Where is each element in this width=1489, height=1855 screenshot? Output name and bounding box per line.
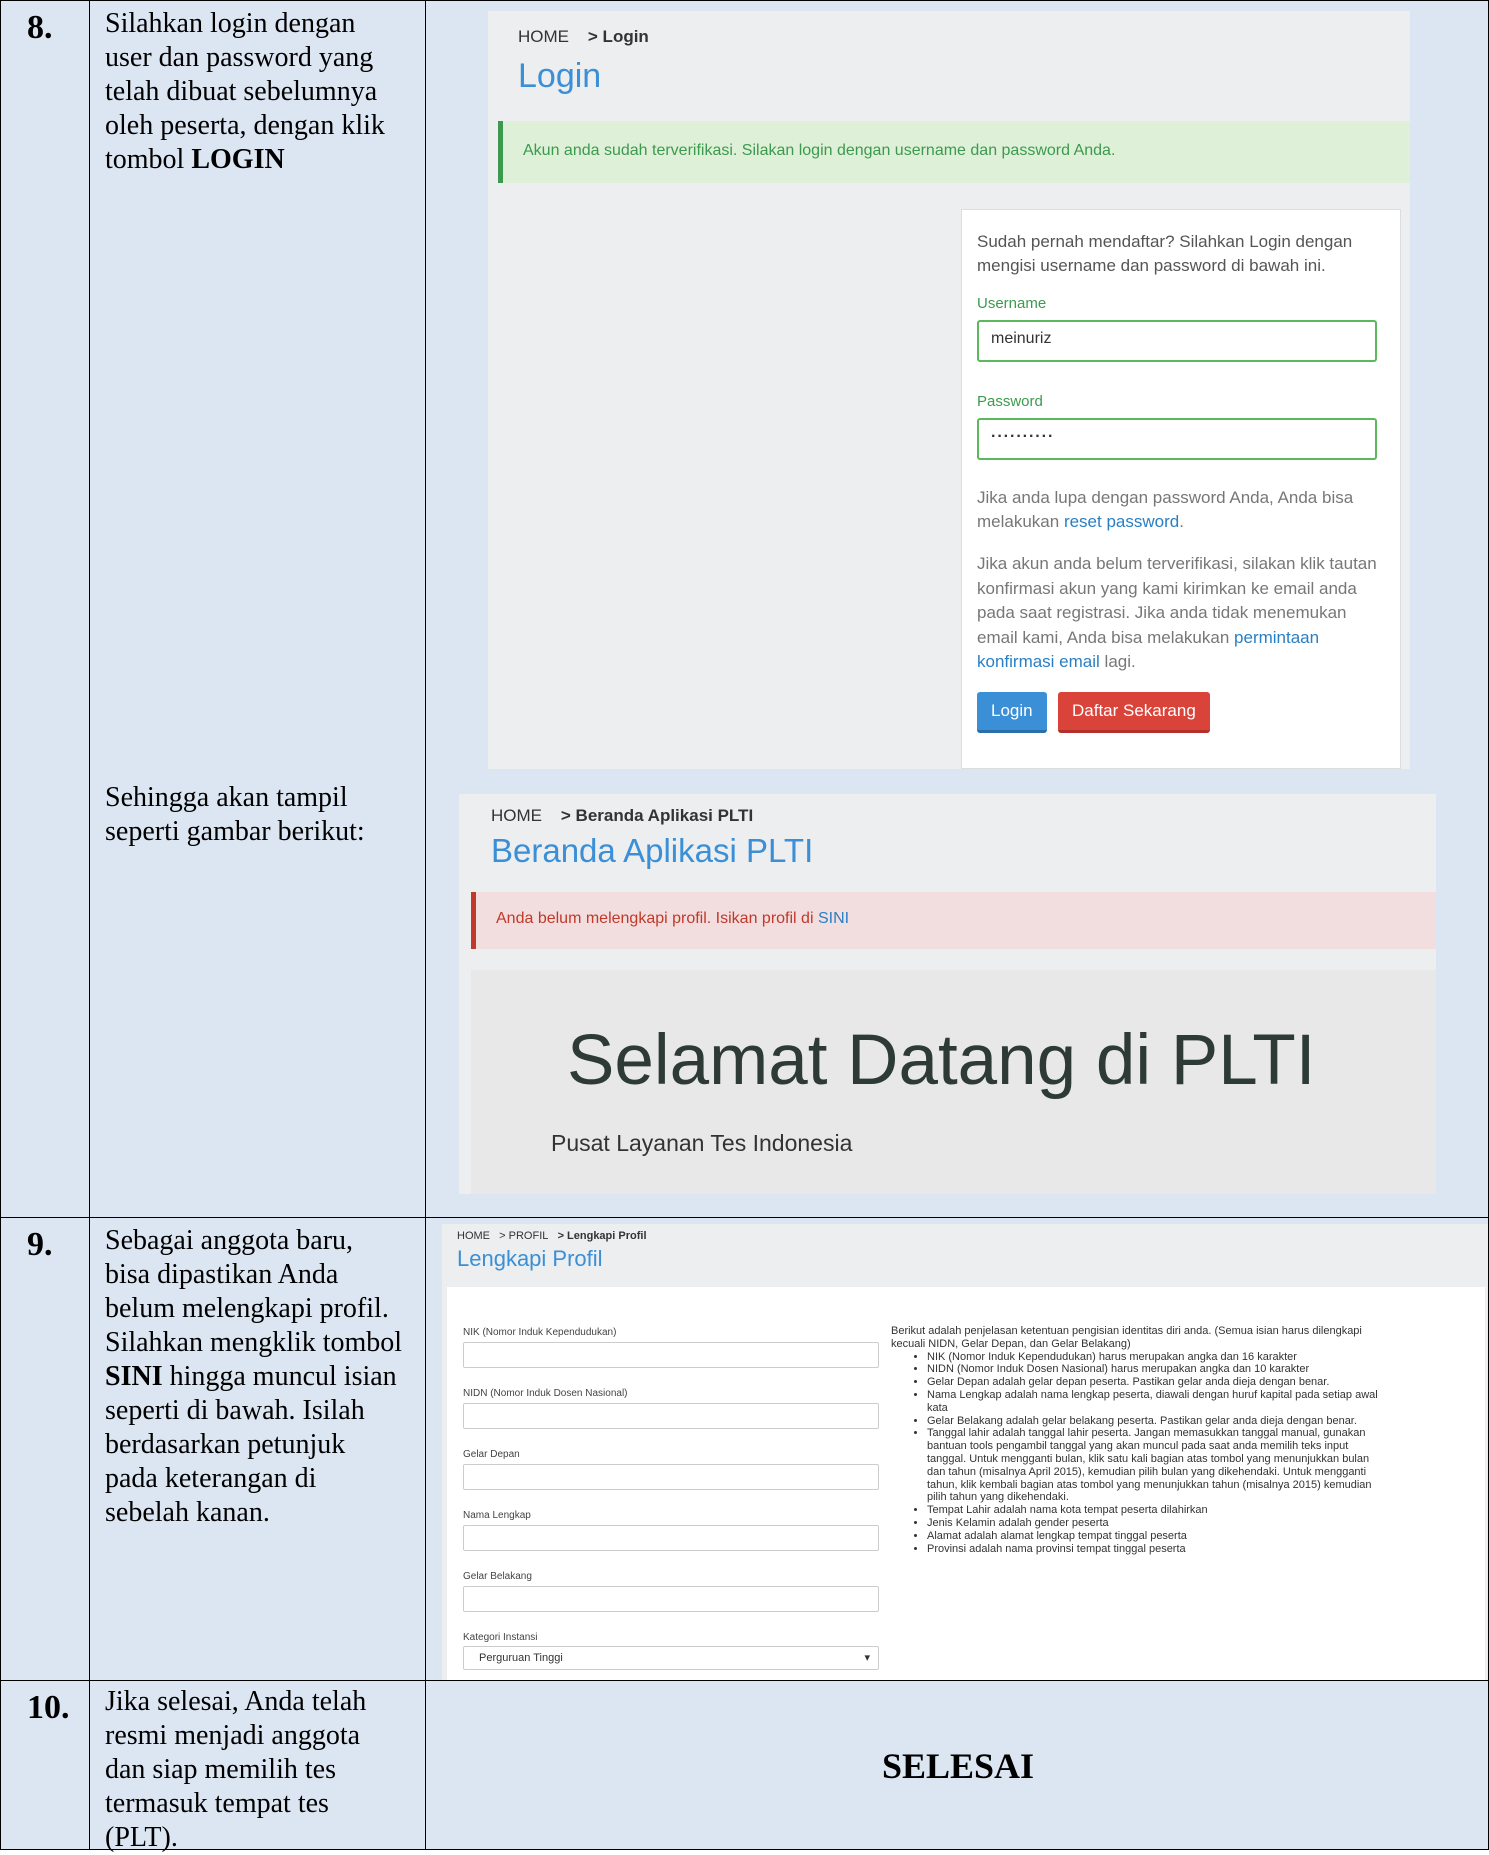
row9-number-cell: 9.: [0, 1217, 90, 1681]
rule-item: Gelar Belakang adalah gelar belakang pes…: [927, 1415, 1381, 1428]
select-value: Perguruan Tinggi: [479, 1652, 563, 1664]
step-number: 10.: [27, 1689, 70, 1726]
step-result-text: Sehingga akan tampil seperti gambar beri…: [105, 782, 365, 847]
breadcrumb-home[interactable]: HOME: [491, 806, 542, 825]
nama-lengkap-label: Nama Lengkap: [463, 1510, 531, 1521]
rule-item: Gelar Depan adalah gelar depan peserta. …: [927, 1376, 1381, 1389]
page-title: Beranda Aplikasi PLTI: [491, 832, 814, 869]
breadcrumb: HOME > Login: [518, 27, 649, 47]
rule-item: Tempat Lahir adalah nama kota tempat pes…: [927, 1504, 1381, 1517]
password-label: Password: [977, 393, 1043, 410]
username-label: Username: [977, 295, 1047, 312]
row8-description-cell: Silahkan login dengan user dan password …: [89, 0, 426, 1218]
sini-link[interactable]: SINI: [818, 910, 849, 927]
home-screenshot: HOME > Beranda Aplikasi PLTI Beranda Apl…: [459, 794, 1436, 1194]
profile-screenshot: HOME > PROFIL > Lengkapi Profil Lengkapi…: [442, 1224, 1488, 1681]
forgot-text-end: .: [1179, 512, 1184, 531]
verify-text: Jika akun anda belum terverifikasi, sila…: [977, 552, 1377, 675]
row8-screenshot-cell: HOME > Login Login Akun anda sudah terve…: [425, 0, 1489, 1218]
username-input[interactable]: meinuriz: [977, 320, 1377, 362]
breadcrumb-home[interactable]: HOME: [518, 27, 569, 46]
step-number: 9.: [27, 1226, 53, 1263]
row10-result-cell: SELESAI: [425, 1680, 1489, 1850]
verify-text-end: lagi.: [1099, 652, 1136, 671]
reset-password-link[interactable]: reset password: [1064, 512, 1179, 531]
rule-item: NIDN (Nomor Induk Dosen Nasional) harus …: [927, 1363, 1381, 1376]
nidn-input[interactable]: [463, 1403, 879, 1429]
rule-item: Tanggal lahir adalah tanggal lahir peser…: [927, 1427, 1381, 1504]
profile-form-panel: NIK (Nomor Induk Kependudukan) NIDN (Nom…: [447, 1287, 1485, 1681]
rule-item: Nama Lengkap adalah nama lengkap peserta…: [927, 1389, 1381, 1415]
gelar-depan-input[interactable]: [463, 1464, 879, 1490]
nidn-label: NIDN (Nomor Induk Dosen Nasional): [463, 1388, 628, 1399]
step-description: Silahkan login dengan user dan password …: [105, 7, 405, 177]
rule-item: Jenis Kelamin adalah gender peserta: [927, 1517, 1381, 1530]
alert-text: Anda belum melengkapi profil. Isikan pro…: [496, 910, 818, 927]
breadcrumb: HOME > PROFIL > Lengkapi Profil: [457, 1230, 647, 1242]
kategori-instansi-select[interactable]: Perguruan Tinggi ▾: [463, 1646, 879, 1670]
login-button[interactable]: Login: [977, 692, 1047, 733]
rules-list: NIK (Nomor Induk Kependudukan) harus mer…: [891, 1351, 1381, 1556]
login-screenshot: HOME > Login Login Akun anda sudah terve…: [488, 11, 1410, 769]
nik-input[interactable]: [463, 1342, 879, 1368]
desc-part1: Sebagai anggota baru, bisa dipastikan An…: [105, 1225, 403, 1358]
row8-number-cell: 8.: [0, 0, 90, 1218]
rule-item: Provinsi adalah nama provinsi tempat tin…: [927, 1543, 1381, 1556]
page-title: Login: [518, 57, 602, 95]
step-number: 8.: [27, 9, 53, 46]
row9-description-cell: Sebagai anggota baru, bisa dipastikan An…: [89, 1217, 426, 1681]
breadcrumb-current: > Lengkapi Profil: [557, 1230, 647, 1242]
jumbotron-subtitle: Pusat Layanan Tes Indonesia: [551, 1130, 853, 1156]
login-panel: Sudah pernah mendaftar? Silahkan Login d…: [961, 209, 1401, 769]
gelar-depan-label: Gelar Depan: [463, 1449, 520, 1460]
login-intro: Sudah pernah mendaftar? Silahkan Login d…: [977, 232, 1353, 275]
rules-intro: Berikut adalah penjelasan ketentuan peng…: [891, 1325, 1362, 1350]
register-button[interactable]: Daftar Sekarang: [1058, 692, 1210, 733]
gelar-belakang-label: Gelar Belakang: [463, 1571, 532, 1582]
nama-lengkap-input[interactable]: [463, 1525, 879, 1551]
row10-description-cell: Jika selesai, Anda telah resmi menjadi a…: [89, 1680, 426, 1853]
step-description: Sebagai anggota baru, bisa dipastikan An…: [105, 1224, 405, 1530]
success-alert: Akun anda sudah terverifikasi. Silakan l…: [498, 121, 1410, 183]
jumbotron-title: Selamat Datang di PLTI: [567, 1021, 1316, 1100]
page-title: Lengkapi Profil: [457, 1246, 603, 1271]
row10-number-cell: 10.: [0, 1680, 90, 1850]
breadcrumb-home[interactable]: HOME: [457, 1230, 490, 1242]
forgot-text: Jika anda lupa dengan password Anda, And…: [977, 486, 1377, 534]
desc-bold: SINI: [105, 1361, 163, 1392]
kategori-instansi-label: Kategori Instansi: [463, 1632, 538, 1643]
row9-screenshot-cell: HOME > PROFIL > Lengkapi Profil Lengkapi…: [425, 1217, 1489, 1681]
nik-label: NIK (Nomor Induk Kependudukan): [463, 1327, 617, 1338]
rule-item: NIK (Nomor Induk Kependudukan) harus mer…: [927, 1351, 1381, 1364]
rules-panel: Berikut adalah penjelasan ketentuan peng…: [891, 1325, 1381, 1555]
breadcrumb-profil[interactable]: > PROFIL: [499, 1230, 548, 1242]
desc-bold: LOGIN: [191, 144, 285, 175]
password-input[interactable]: ··········: [977, 418, 1377, 460]
gelar-belakang-input[interactable]: [463, 1586, 879, 1612]
finish-text: SELESAI: [881, 1746, 1035, 1786]
breadcrumb-current: > Login: [587, 27, 649, 46]
jumbotron: Selamat Datang di PLTI Pusat Layanan Tes…: [471, 970, 1436, 1194]
breadcrumb-current: > Beranda Aplikasi PLTI: [560, 806, 754, 825]
step-description: Jika selesai, Anda telah resmi menjadi a…: [105, 1686, 367, 1853]
breadcrumb: HOME > Beranda Aplikasi PLTI: [491, 806, 753, 826]
chevron-down-icon: ▾: [864, 1652, 870, 1664]
instruction-table: 8. Silahkan login dengan user dan passwo…: [0, 0, 1489, 1853]
profile-alert: Anda belum melengkapi profil. Isikan pro…: [471, 892, 1436, 949]
rule-item: Alamat adalah alamat lengkap tempat ting…: [927, 1530, 1381, 1543]
